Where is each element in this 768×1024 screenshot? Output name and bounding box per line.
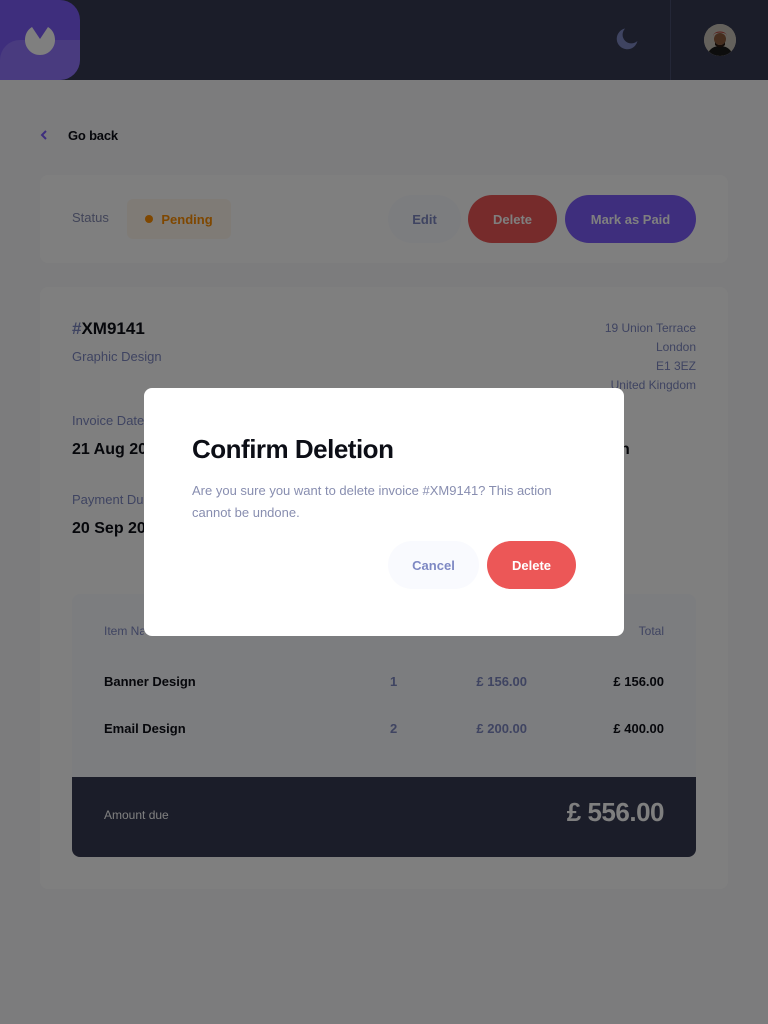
dialog-message: Are you sure you want to delete invoice … xyxy=(192,483,552,520)
cancel-button[interactable]: Cancel xyxy=(388,541,479,589)
confirm-deletion-dialog: Confirm Deletion Are you sure you want t… xyxy=(144,388,624,636)
dialog-title: Confirm Deletion xyxy=(192,434,394,464)
confirm-delete-button[interactable]: Delete xyxy=(487,541,576,589)
